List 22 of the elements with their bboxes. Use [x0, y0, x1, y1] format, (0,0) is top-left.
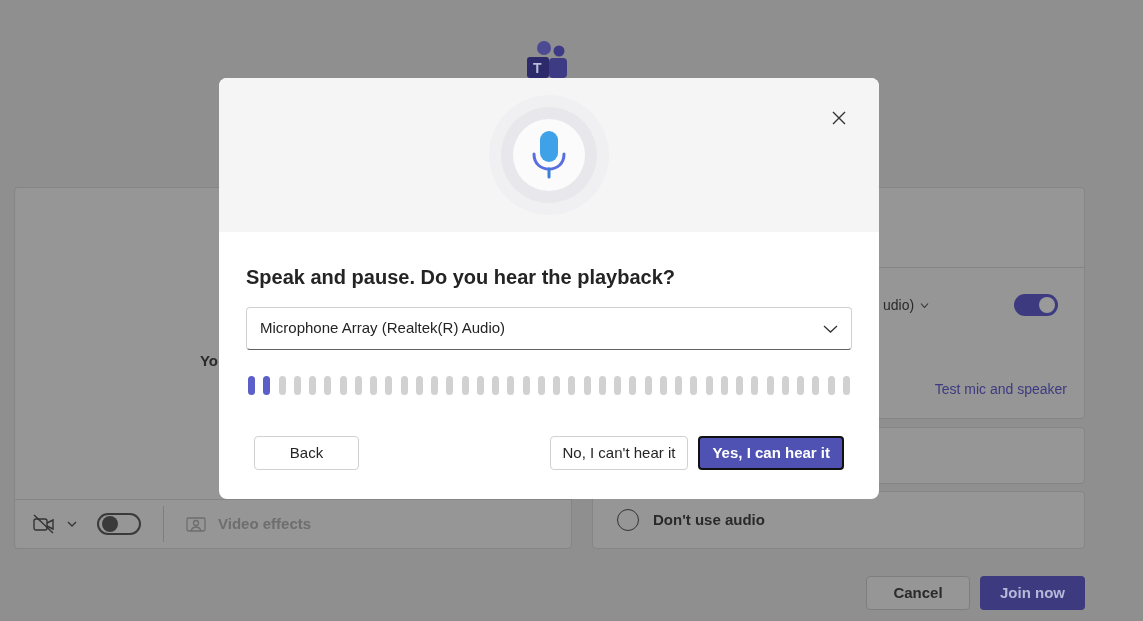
- chevron-down-icon[interactable]: [920, 303, 930, 308]
- test-mic-link[interactable]: Test mic and speaker: [934, 379, 1067, 400]
- toggle-switch[interactable]: [1014, 294, 1058, 316]
- video-effects-icon: [186, 516, 206, 532]
- option-label: Don't use audio: [653, 509, 765, 530]
- dialog-title: Speak and pause. Do you hear the playback?: [246, 265, 677, 290]
- chevron-down-icon[interactable]: [67, 521, 77, 527]
- logo-letter: T: [533, 61, 542, 75]
- dialog-button[interactable]: Yes, I can hear it: [698, 436, 844, 470]
- audio-option-card[interactable]: Don't use audio: [592, 491, 1085, 549]
- dialog-button[interactable]: No, I can't hear it: [549, 436, 689, 470]
- chevron-down-icon: [823, 324, 838, 333]
- footer-button[interactable]: Cancel: [866, 576, 970, 610]
- name-text: Yo: [199, 351, 218, 371]
- close-icon[interactable]: [832, 111, 846, 125]
- camera-off-icon[interactable]: [33, 514, 55, 534]
- app-logo-icon: [527, 40, 569, 78]
- toggle-switch[interactable]: [97, 513, 141, 535]
- device-dropdown[interactable]: Microphone Array (Realtek(R) Audio): [246, 307, 852, 350]
- footer-button[interactable]: Join now: [980, 576, 1085, 610]
- device-text: udio): [883, 296, 915, 315]
- dialog-button[interactable]: Back: [254, 436, 359, 470]
